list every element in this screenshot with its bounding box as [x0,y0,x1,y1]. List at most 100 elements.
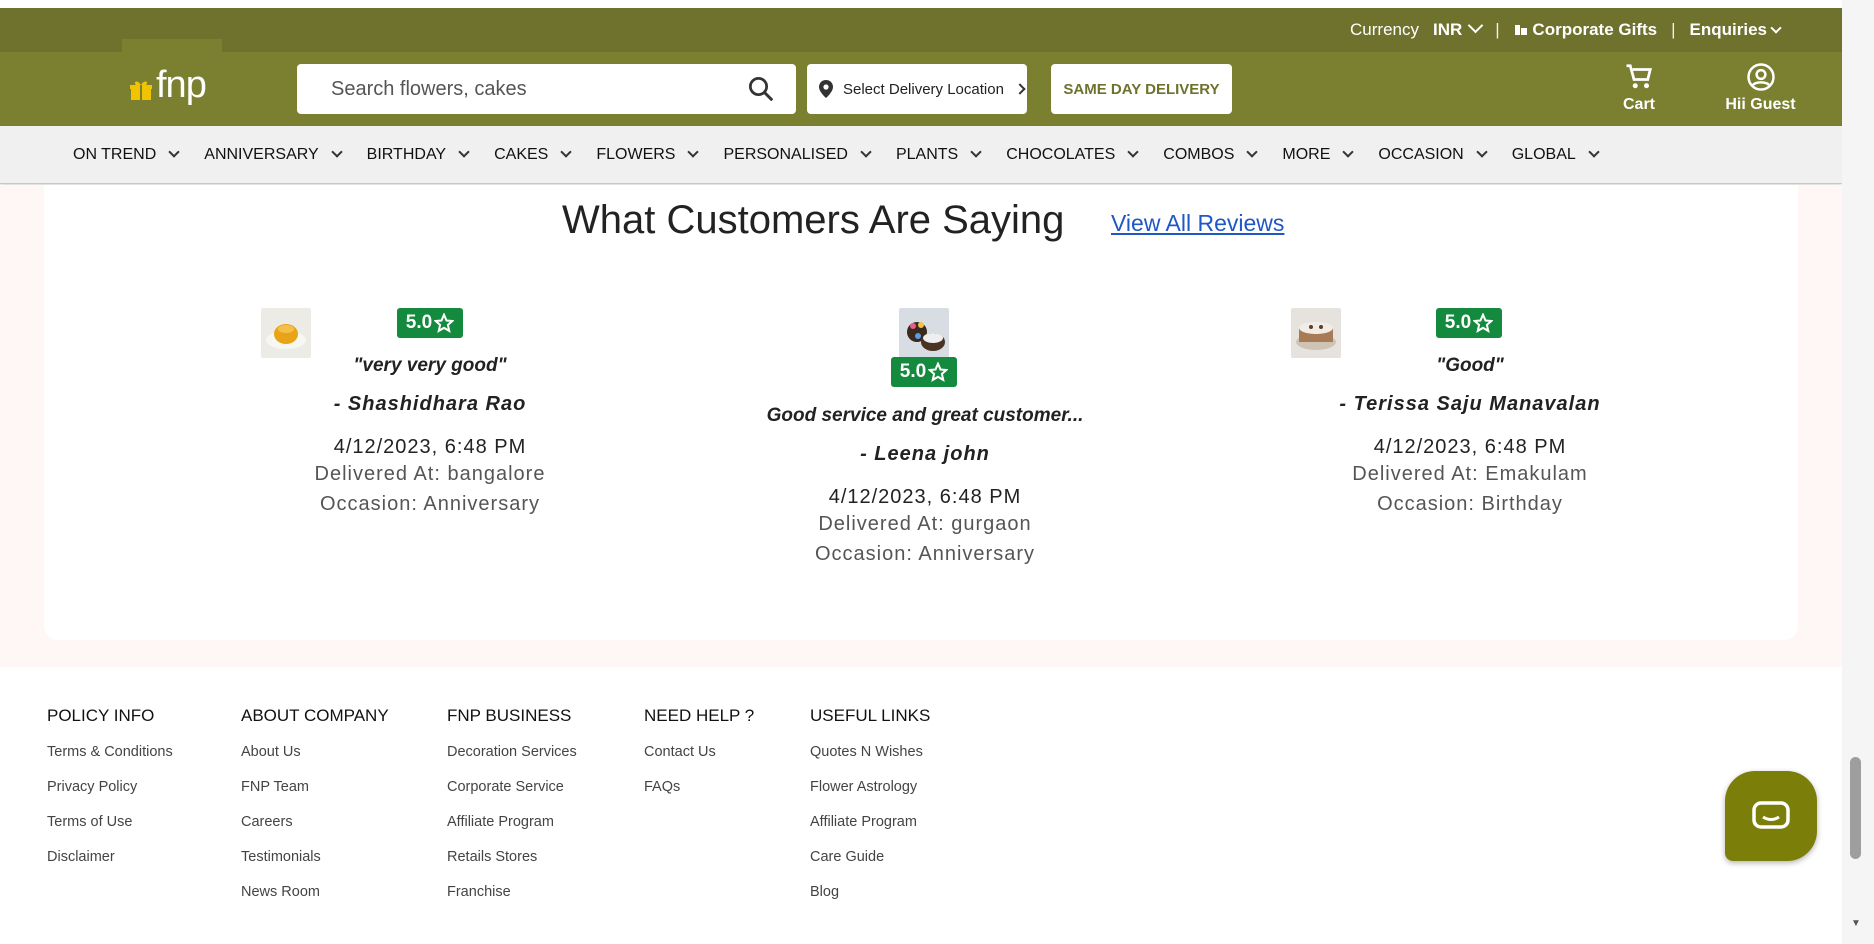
search-icon[interactable] [746,74,776,104]
rating-badge: 5.0 [891,357,957,387]
corporate-gifts-link[interactable]: Corporate Gifts [1514,20,1657,40]
footer-link-fnp-team[interactable]: FNP Team [241,775,389,810]
footer-link-contact-us[interactable]: Contact Us [644,740,754,775]
occasion: Occasion: Birthday [1377,493,1563,515]
user-label: Hii Guest [1725,96,1796,113]
chevron-down-icon [1770,22,1782,34]
rating-badge: 5.0 [397,308,463,338]
currency-selector[interactable]: INR [1432,17,1484,40]
nav-label: MORE [1282,145,1331,163]
footer-column-policy: POLICY INFO Terms & Conditions Privacy P… [47,706,173,880]
footer-link-care-guide[interactable]: Care Guide [810,845,930,880]
scroll-down-arrow-icon[interactable]: ▼ [1851,918,1861,929]
delivered-at: Delivered At: gurgaon [818,513,1032,535]
search-bar[interactable] [297,64,796,114]
star-icon [434,313,455,333]
footer-link-terms-of-use[interactable]: Terms of Use [47,810,173,845]
currency-value: INR [1432,20,1463,39]
view-all-reviews-link[interactable]: View All Reviews [1111,210,1284,237]
review-quote: Good service and great customer... [766,405,1084,426]
footer-link-faqs[interactable]: FAQs [644,775,754,810]
nav-label: COMBOS [1163,145,1235,163]
nav-item-cakes[interactable]: CAKES [494,146,573,164]
chevron-down-icon [1342,145,1355,158]
chat-button[interactable] [1725,771,1817,861]
delivered-at: Delivered At: bangalore [314,463,546,485]
footer-column-business: FNP BUSINESS Decoration Services Corpora… [447,706,577,915]
map-pin-icon [819,80,833,98]
review-quote: "very very good" [353,355,507,376]
product-thumbnail[interactable] [899,308,949,358]
nav-item-occasion[interactable]: OCCASION [1378,146,1488,164]
logo-tab [122,39,222,52]
chevron-down-icon [331,145,343,158]
footer-link-blog[interactable]: Blog [810,880,930,915]
footer-link-careers[interactable]: Careers [241,810,389,845]
nav-item-global[interactable]: GLOBAL [1512,146,1600,164]
nav-label: BIRTHDAY [366,145,447,163]
product-thumbnail[interactable] [261,308,311,358]
enquiries-label: Enquiries [1689,20,1767,39]
footer-link-retails-stores[interactable]: Retails Stores [447,845,577,880]
star-icon [928,362,949,382]
product-thumbnail[interactable] [1291,308,1341,358]
currency-label: Currency [1350,20,1419,39]
footer-link-quotes-n-wishes[interactable]: Quotes N Wishes [810,740,930,775]
nav-item-birthday[interactable]: BIRTHDAY [366,145,470,164]
nav-item-on-trend[interactable]: ON TREND [73,145,180,164]
footer-column-help: NEED HELP ? Contact Us FAQs [644,706,754,810]
footer-link-affiliate-program[interactable]: Affiliate Program [810,810,930,845]
footer-link-flower-astrology[interactable]: Flower Astrology [810,775,930,810]
same-day-delivery-button[interactable]: SAME DAY DELIVERY [1051,64,1232,114]
chevron-down-icon [168,145,180,158]
nav-item-flowers[interactable]: FLOWERS [596,145,700,164]
footer-heading: USEFUL LINKS [810,706,931,725]
footer-link-decoration-services[interactable]: Decoration Services [447,740,577,775]
footer-link-about-us[interactable]: About Us [241,740,389,775]
star-icon [1473,313,1494,333]
chat-icon [1752,801,1790,829]
cart-button[interactable]: Cart [1614,62,1664,114]
review-date: 4/12/2023, 6:48 PM [828,486,1022,508]
user-account-button[interactable]: Hii Guest [1698,62,1823,114]
category-nav: ON TREND ANNIVERSARY BIRTHDAY CAKES FLOW… [0,126,1842,184]
nav-label: CHOCOLATES [1006,145,1116,163]
fnp-logo[interactable]: fnp [130,64,207,107]
footer-link-news-room[interactable]: News Room [241,880,389,915]
footer-heading: ABOUT COMPANY [241,706,389,725]
footer-link-disclaimer[interactable]: Disclaimer [47,845,173,880]
scrollbar-thumb[interactable] [1850,757,1861,859]
chevron-right-icon [1014,83,1026,95]
chevron-down-icon [1467,17,1484,34]
nav-item-combos[interactable]: COMBOS [1163,145,1259,164]
divider: | [1671,20,1676,39]
nav-item-plants[interactable]: PLANTS [896,146,982,164]
review-author: - Shashidhara Rao [333,393,527,415]
page-scrollbar[interactable]: ▼ [1842,0,1874,944]
review-author: - Terissa Saju Manavalan [1339,393,1601,415]
footer-link-testimonials[interactable]: Testimonials [241,845,389,880]
enquiries-dropdown[interactable]: Enquiries [1689,20,1782,40]
logo-text: fnp [156,64,207,106]
footer-link-affiliate-program[interactable]: Affiliate Program [447,810,577,845]
footer-heading: NEED HELP ? [644,706,755,725]
nav-label: ANNIVERSARY [204,145,319,163]
nav-label: FLOWERS [596,145,676,163]
footer-link-corporate-service[interactable]: Corporate Service [447,775,577,810]
chevron-down-icon [1127,145,1139,158]
review-date: 4/12/2023, 6:48 PM [1373,436,1567,458]
footer-link-terms-conditions[interactable]: Terms & Conditions [47,740,173,775]
search-input[interactable] [297,65,746,113]
chevron-down-icon [687,145,700,158]
delivery-location-button[interactable]: Select Delivery Location [807,64,1027,114]
rating-badge: 5.0 [1436,308,1502,338]
nav-item-anniversary[interactable]: ANNIVERSARY [204,145,343,164]
nav-item-personalised[interactable]: PERSONALISED [723,146,872,164]
nav-item-more[interactable]: MORE [1282,145,1355,164]
section-title: What Customers Are Saying [562,198,1065,242]
chevron-down-icon [1246,145,1259,158]
footer-link-franchise[interactable]: Franchise [447,880,577,915]
nav-item-chocolates[interactable]: CHOCOLATES [1006,145,1139,164]
divider: | [1495,20,1500,39]
footer-link-privacy-policy[interactable]: Privacy Policy [47,775,173,810]
